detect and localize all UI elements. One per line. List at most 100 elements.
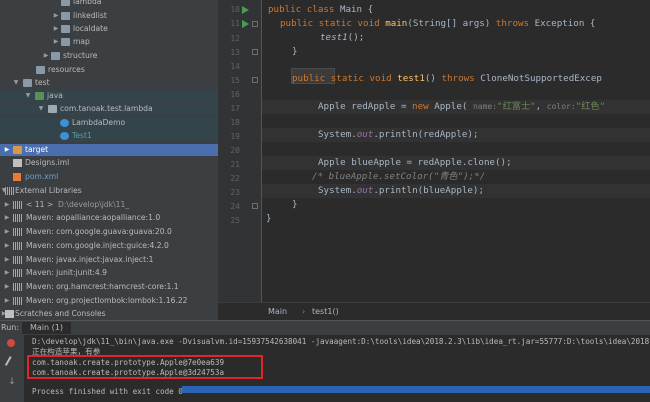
editor-gutter[interactable]: 10 11 12 13 14 15 16 17 18 19 20 21 22 2… <box>218 0 262 320</box>
code-line-24[interactable]: } <box>292 198 298 212</box>
code-line-17[interactable]: Apple redApple = new Apple( name:"红富士", … <box>318 100 605 114</box>
chevron-right-icon[interactable]: ▶ <box>3 199 11 211</box>
tree-item-test[interactable]: ▼ test <box>0 77 218 89</box>
console-line: D:\develop\jdk\11_\bin\java.exe -Dvisual… <box>32 337 650 346</box>
jar-icon <box>13 297 22 305</box>
chevron-right-icon[interactable]: ▶ <box>3 267 11 279</box>
test-folder-icon <box>35 92 44 100</box>
chevron-right-icon[interactable]: ▶ <box>3 226 11 238</box>
run-panel-header: Run: Main (1) <box>0 321 650 335</box>
run-tab-main[interactable]: Main (1) <box>22 322 71 334</box>
code-line-22[interactable]: /* blueApple.setColor("青色");*/ <box>312 170 485 184</box>
line-number: 23 <box>230 188 240 197</box>
tree-item-test1[interactable]: Test1 <box>0 130 218 142</box>
code-line-12[interactable]: test1(); <box>320 31 364 45</box>
tree-item-maven-lib[interactable]: ▶ Maven: aopalliance:aopalliance:1.0 <box>0 212 218 224</box>
tree-item-map[interactable]: ▶ map <box>0 36 218 48</box>
chevron-right-icon[interactable]: ▶ <box>42 50 50 62</box>
jar-icon <box>13 228 22 236</box>
line-number: 11 <box>230 19 240 28</box>
chevron-down-icon[interactable]: ▼ <box>12 77 20 89</box>
tree-item-external-libraries[interactable]: ▼ External Libraries <box>0 185 218 197</box>
tree-item-maven-lib[interactable]: ▶ Maven: javax.inject:javax.inject:1 <box>0 254 218 266</box>
scroll-down-icon[interactable]: ↓ <box>7 377 17 387</box>
scratches-icon <box>5 310 14 318</box>
file-icon <box>13 159 22 167</box>
folder-icon <box>61 38 70 46</box>
jdk-icon <box>13 201 22 209</box>
tree-item-maven-lib[interactable]: ▶ Maven: org.hamcrest:hamcrest-core:1.1 <box>0 281 218 293</box>
line-number: 14 <box>230 62 240 71</box>
run-toolbar: ↓ <box>0 335 24 402</box>
class-icon <box>60 119 69 127</box>
tree-item-resources[interactable]: resources <box>0 64 218 76</box>
chevron-right-icon[interactable]: ▶ <box>3 240 11 252</box>
pin-icon[interactable] <box>4 356 16 368</box>
chevron-down-icon[interactable]: ▼ <box>37 103 45 115</box>
fold-icon[interactable] <box>252 77 258 83</box>
tree-item-maven-lib[interactable]: ▶ Maven: com.google.inject:guice:4.2.0 <box>0 240 218 252</box>
code-line-23[interactable]: System.out.println(blueApple); <box>318 184 484 198</box>
stop-icon[interactable] <box>7 339 15 347</box>
line-number: 19 <box>230 132 240 141</box>
tree-item-package[interactable]: ▼ com.tanoak.test.lambda <box>0 103 218 115</box>
fold-icon[interactable] <box>252 203 258 209</box>
annotation-box <box>27 355 263 379</box>
project-tree[interactable]: lambda ▶ linkedlist ▶ localdate ▶ map ▶ … <box>0 0 218 320</box>
folder-icon <box>36 66 45 74</box>
run-class-icon[interactable] <box>242 6 249 14</box>
tree-item-maven-lib[interactable]: ▶ Maven: org.projectlombok:lombok:1.16.2… <box>0 295 218 307</box>
line-number: 24 <box>230 202 240 211</box>
scroll-indicator <box>182 386 650 393</box>
chevron-right-icon[interactable]: ▶ <box>52 36 60 48</box>
line-number: 12 <box>230 34 240 43</box>
tree-item-lambdademo[interactable]: LambdaDemo <box>0 117 218 129</box>
fold-icon[interactable] <box>252 49 258 55</box>
tree-item-jdk[interactable]: ▶ < 11 > D:\develop\jdk\11_ <box>0 199 218 211</box>
jar-icon <box>13 269 22 277</box>
tree-item-scratches[interactable]: ▶ Scratches and Consoles <box>0 308 218 320</box>
code-editor[interactable]: public class Main { public static void m… <box>262 0 650 302</box>
folder-icon <box>51 52 60 60</box>
tree-item-java[interactable]: ▼ java <box>0 90 218 102</box>
line-number: 25 <box>230 216 240 225</box>
line-number: 16 <box>230 90 240 99</box>
breadcrumb-item[interactable]: Main <box>268 307 287 316</box>
code-line-25[interactable]: } <box>266 212 272 226</box>
maven-icon <box>13 173 21 181</box>
code-line-10[interactable]: public class Main { <box>268 3 373 17</box>
tree-item-maven-lib[interactable]: ▶ Maven: com.google.guava:guava:20.0 <box>0 226 218 238</box>
breadcrumb-separator: › <box>302 307 306 316</box>
folder-icon <box>61 25 70 33</box>
jar-icon <box>13 214 22 222</box>
code-line-11[interactable]: public static void main(String[] args) t… <box>280 17 595 31</box>
folder-icon <box>23 79 32 87</box>
tree-item-pom-xml[interactable]: pom.xml <box>0 171 218 183</box>
chevron-right-icon[interactable]: ▶ <box>3 281 11 293</box>
fold-icon[interactable] <box>252 21 258 27</box>
breadcrumb-item[interactable]: test1() <box>312 307 339 316</box>
chevron-right-icon[interactable]: ▶ <box>52 23 60 35</box>
code-line-15[interactable]: public static void test1() throws CloneN… <box>292 72 602 86</box>
code-line-13[interactable]: } <box>292 45 298 59</box>
code-line-21[interactable]: Apple blueApple = redApple.clone(); <box>318 156 512 170</box>
tree-item-lambda[interactable]: lambda <box>0 0 218 8</box>
chevron-down-icon[interactable]: ▼ <box>24 90 32 102</box>
chevron-right-icon[interactable]: ▶ <box>3 212 11 224</box>
folder-icon <box>61 0 70 6</box>
chevron-right-icon[interactable]: ▶ <box>3 144 11 156</box>
libraries-icon <box>5 187 14 195</box>
chevron-right-icon[interactable]: ▶ <box>52 10 60 22</box>
code-line-19[interactable]: System.out.println(redApple); <box>318 128 478 142</box>
tree-item-target[interactable]: ▶ target <box>0 144 218 156</box>
tree-item-maven-lib[interactable]: ▶ Maven: junit:junit:4.9 <box>0 267 218 279</box>
tree-item-localdate[interactable]: ▶ localdate <box>0 23 218 35</box>
line-number: 18 <box>230 118 240 127</box>
run-method-icon[interactable] <box>242 20 249 28</box>
tree-item-linkedlist[interactable]: ▶ linkedlist <box>0 10 218 22</box>
line-number: 22 <box>230 174 240 183</box>
tree-item-designs-iml[interactable]: Designs.iml <box>0 157 218 169</box>
chevron-right-icon[interactable]: ▶ <box>3 295 11 307</box>
tree-item-structure[interactable]: ▶ structure <box>0 50 218 62</box>
chevron-right-icon[interactable]: ▶ <box>3 254 11 266</box>
